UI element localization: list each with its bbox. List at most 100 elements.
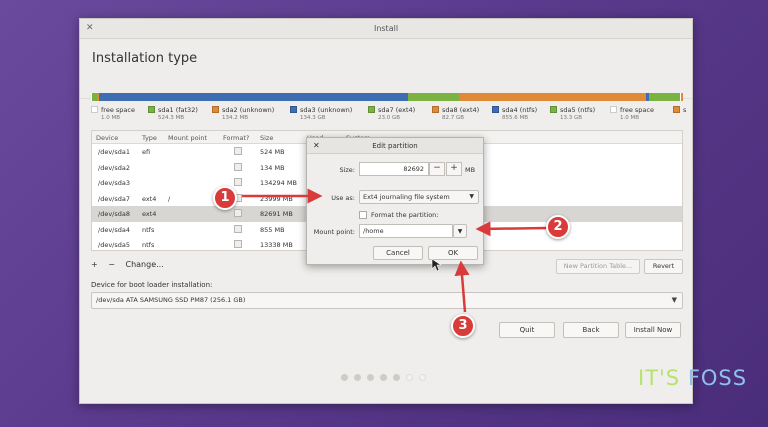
legend-name: sda8 (ext4) [442,106,480,114]
legend-size: 82.7 GB [442,115,465,121]
legend-name: sda5 (ntfs) [560,106,596,114]
dropdown-arrow-icon: ▼ [469,193,474,200]
annotation-badge-one: 1 [213,186,237,210]
legend-item: sda3 (unknown) 134.3 GB [290,106,352,121]
legend-item: free space 1.0 MB [91,106,135,121]
partition-bar-segment [99,93,408,101]
format-checkbox[interactable] [234,147,242,155]
mount-point-label: Mount point: [313,228,355,236]
partition-bar [91,93,684,101]
cell-device: /dev/sda7 [98,194,130,203]
size-unit: MB [465,166,476,174]
legend-name: sda7 (ext4) [378,106,416,114]
size-label: Size: [339,166,355,174]
page-title: Installation type [92,51,198,66]
quit-button[interactable]: Quit [499,322,555,338]
watermark-part2: FOSS [687,366,748,390]
cell-mount: / [168,194,171,203]
format-checkbox[interactable] [234,240,242,248]
cell-size: 855 MB [260,225,285,234]
new-partition-table-button[interactable]: New Partition Table... [556,259,640,274]
window-title: Install [373,24,399,33]
legend-size: 13.3 GB [560,115,583,121]
legend-item: sda1 (fat32) 524.3 MB [148,106,198,121]
boot-loader-label: Device for boot loader installation: [91,281,213,289]
legend-swatch [91,106,98,113]
progress-dot [354,374,361,381]
format-checkbox[interactable] [234,178,242,186]
cell-type: ntfs [142,225,155,234]
revert-button[interactable]: Revert [644,259,683,274]
legend-item: sda5 (ntfs) 13.3 GB [550,106,595,121]
legend-item: sda4 (ntfs) 855.6 MB [492,106,537,121]
titlebar: ✕ Install [80,19,692,39]
size-increase-button[interactable]: + [446,162,462,176]
format-checkbox[interactable] [234,209,242,217]
legend-swatch [290,106,297,113]
col-format[interactable]: Format? [223,134,249,142]
progress-dot [367,374,374,381]
cell-type: ext4 [142,210,157,218]
cell-type: ext4 [142,194,157,203]
legend-name: free space [101,106,135,114]
size-decrease-button[interactable]: − [429,162,445,176]
boot-loader-select[interactable]: /dev/sda ATA SAMSUNG SSD PM87 (256.1 GB)… [91,292,683,309]
use-as-label: Use as: [331,194,355,202]
legend-size: 1.0 MB [101,115,121,121]
cancel-button[interactable]: Cancel [373,246,423,260]
col-size[interactable]: Size [260,134,273,142]
watermark-part1: IT'S [638,366,681,390]
annotation-badge-two: 2 [546,215,570,239]
size-input[interactable]: 82692 [359,162,429,176]
legend-swatch [550,106,557,113]
annotation-badge-three: 3 [451,314,475,338]
partition-bar-segment [649,93,680,101]
boot-loader-value: /dev/sda ATA SAMSUNG SSD PM87 (256.1 GB) [96,296,246,304]
format-checkbox[interactable] [359,211,367,219]
legend-swatch [432,106,439,113]
remove-partition-button[interactable]: − [108,260,115,269]
cell-device: /dev/sda4 [98,225,130,234]
legend-swatch [673,106,680,113]
cell-size: 23999 MB [260,194,293,203]
legend-size: 524.3 MB [158,115,185,121]
add-partition-button[interactable]: + [91,260,98,269]
dialog-titlebar: ✕ Edit partition [307,138,483,154]
progress-dots [341,374,426,381]
legend-swatch [212,106,219,113]
dropdown-arrow-icon: ▼ [671,296,677,304]
legend-size: 1.0 MB [620,115,640,121]
legend-item: sda7 (ext4) 23.0 GB [368,106,415,121]
cell-size: 13338 MB [260,241,293,249]
format-checkbox[interactable] [234,224,242,233]
partition-bar-segment [407,93,459,101]
mount-point-input[interactable]: /home [359,224,453,238]
mount-point-dropdown[interactable]: ▼ [453,224,467,238]
progress-dot [341,374,348,381]
col-device[interactable]: Device [96,134,118,142]
legend-swatch [610,106,617,113]
cell-device: /dev/sda8 [98,210,130,218]
format-checkbox[interactable] [234,162,242,171]
legend-size: 23.0 GB [378,115,401,121]
use-as-select[interactable]: Ext4 journaling file system ▼ [359,190,479,204]
legend-swatch [148,106,155,113]
legend-name: s [683,106,687,114]
ok-button[interactable]: OK [428,246,478,260]
legend-size: 134.2 MB [222,115,249,121]
cell-device: /dev/sda5 [98,241,130,249]
back-button[interactable]: Back [563,322,619,338]
col-type[interactable]: Type [142,134,157,142]
progress-dot [419,374,426,381]
legend-item: sda2 (unknown) 134.2 MB [212,106,274,121]
legend-size: 134.3 GB [300,115,326,121]
install-now-button[interactable]: Install Now [625,322,681,338]
col-mount[interactable]: Mount point [168,134,207,142]
partition-bar-segment [680,93,684,101]
table-button-row: + − Change... [91,260,172,269]
partition-bar-segment [458,93,647,101]
dialog-title: Edit partition [372,142,418,150]
cell-size: 82691 MB [260,210,293,218]
progress-dot [380,374,387,381]
change-partition-button[interactable]: Change... [126,260,164,269]
